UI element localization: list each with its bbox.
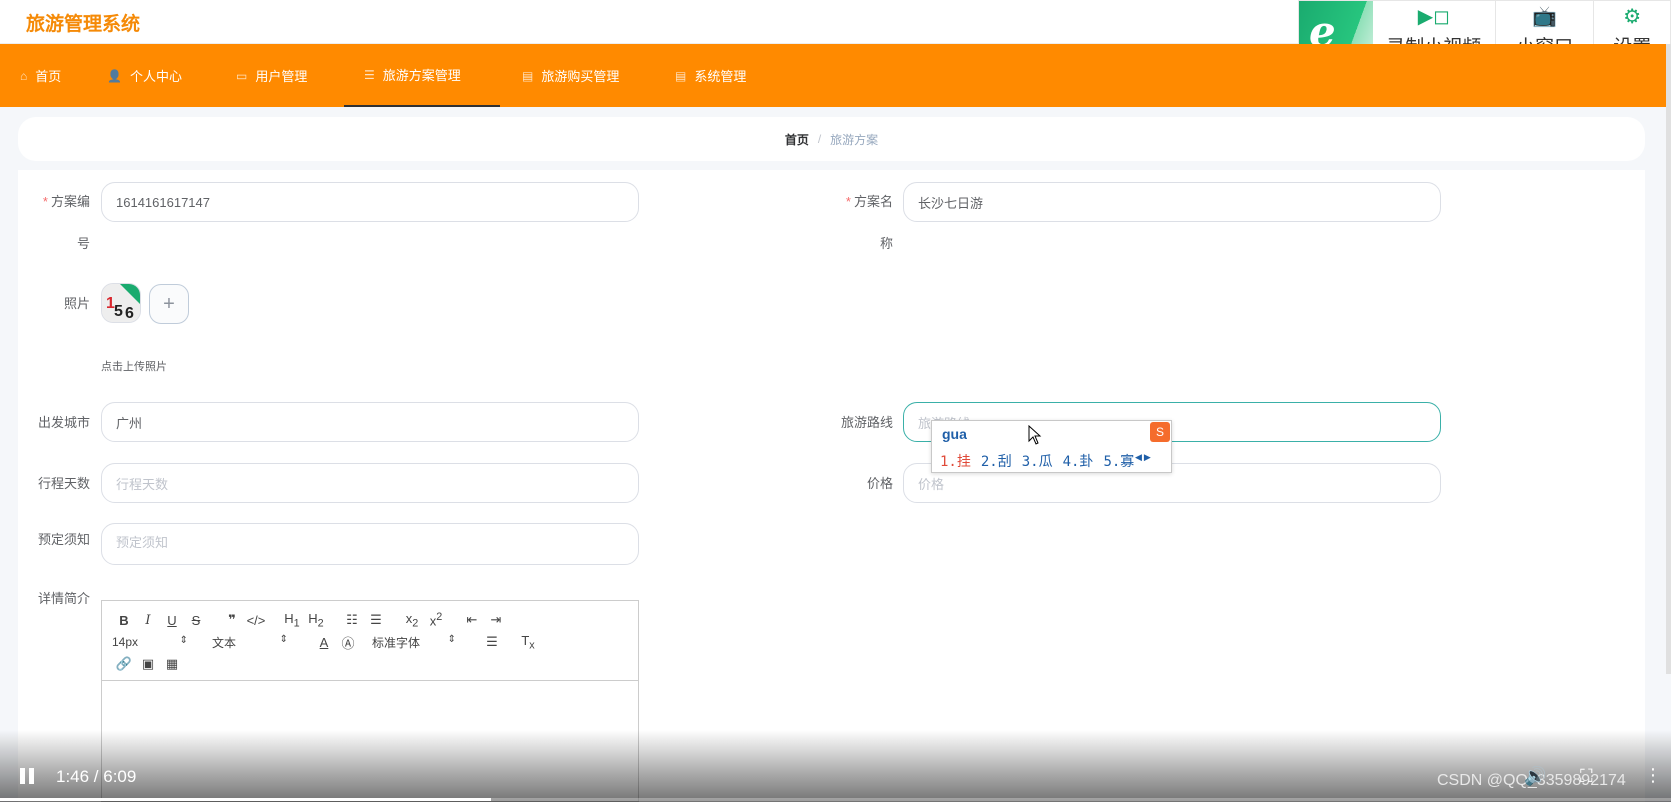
superscript-icon[interactable]: x2 [424,611,448,628]
doc-icon: ▤ [675,68,687,83]
ime-candidate[interactable]: 5.寡 [1103,451,1134,471]
nav-item-label: 旅游方案管理 [382,68,461,83]
ime-pinyin: gua [942,426,967,442]
ime-candidate-popup: gua S 1.挂 2.刮 3.瓜 4.卦 5.寡 ◀▶ [931,420,1172,473]
notice-label: 预定须知 [37,532,90,547]
notice-textarea[interactable]: 预定须知 [101,523,639,565]
ime-page-arrows-icon[interactable]: ◀▶ [1135,452,1153,463]
mouse-cursor-icon [1028,425,1042,445]
bold-icon[interactable]: B [112,613,136,628]
bullet-list-icon[interactable]: ☰ [364,612,388,628]
gear-icon: ⚙ [1623,5,1642,28]
tv-icon: 📺 [1532,5,1558,28]
ime-logo-icon: S [1150,422,1170,442]
breadcrumb: 首页 / 旅游方案 [18,117,1645,161]
app-title: 旅游管理系统 [26,14,141,35]
svg-text:6: 6 [125,305,134,322]
ime-candidate[interactable]: 2.刮 [981,451,1012,471]
detail-label: 详情简介 [37,591,90,606]
block-type-select[interactable]: 文本 [212,634,288,651]
route-label: 旅游路线 [840,415,893,430]
days-label: 行程天数 [37,476,90,491]
list-icon: ☰ [364,67,375,82]
video-controls [0,730,1671,802]
plus-icon: + [163,292,175,315]
pause-button[interactable] [20,768,36,786]
video-progress-bar[interactable] [0,798,1671,801]
doc-icon: ▤ [522,68,534,83]
breadcrumb-home[interactable]: 首页 [785,131,809,148]
plan-name-label-wrap: 称 [879,236,893,251]
fullscreen-icon[interactable]: ⛶ [1580,766,1593,787]
departure-field[interactable]: 广州 [101,402,639,442]
indent-icon[interactable]: ⇥ [484,612,508,628]
nav-item-profile[interactable]: 👤 个人中心 [100,44,227,107]
ordered-list-icon[interactable]: ☷ [340,612,364,628]
price-label: 价格 [866,476,893,491]
main-nav: ⌂ 首页 👤 个人中心 ▭ 用户管理 ☰ 旅游方案管理 ▤ 旅游购买管理 ▤ 系… [0,44,1666,107]
scrollbar[interactable] [1666,44,1671,674]
volume-icon[interactable]: 🔊 [1524,766,1546,787]
days-field[interactable]: 行程天数 [101,463,639,503]
breadcrumb-current: 旅游方案 [830,132,879,147]
video-progress-fill [0,798,492,801]
nav-item-users[interactable]: ▭ 用户管理 [227,44,344,107]
nav-item-label: 首页 [35,69,62,84]
font-size-select[interactable]: 14px [112,635,188,649]
svg-text:5: 5 [114,303,123,320]
breadcrumb-separator: / [817,132,822,146]
code-icon[interactable]: </> [244,613,268,628]
ime-candidate[interactable]: 1.挂 [940,451,971,471]
editor-toolbar: B I U S ❞ </> H1 H2 ☷ ☰ x2 x2 ⇤ ⇥ 14px 文… [102,601,638,681]
h1-icon[interactable]: H1 [280,611,304,630]
video-camera-icon: ▶◻ [1417,5,1450,28]
font-color-icon[interactable]: A [312,635,336,650]
quote-icon[interactable]: ❞ [220,612,244,628]
photo-label: 照片 [63,296,90,311]
chat-icon: ▭ [236,68,248,83]
nav-item-label: 旅游购买管理 [541,69,620,84]
nav-item-plans[interactable]: ☰ 旅游方案管理 [344,44,500,107]
subscript-icon[interactable]: x2 [400,611,424,630]
home-icon: ⌂ [20,68,28,83]
italic-icon[interactable]: I [136,613,160,628]
video-icon[interactable]: ▦ [160,656,184,672]
h2-icon[interactable]: H2 [304,611,328,630]
plan-name-field[interactable]: 长沙七日游 [903,182,1441,222]
video-time: 1:46 / 6:09 [56,767,137,786]
plan-name-label: * 方案名 [845,194,893,209]
plan-no-field[interactable]: 1614161617147 [101,182,639,222]
nav-item-label: 系统管理 [694,69,747,84]
photo-thumbnail[interactable]: 1 5 6 [101,283,141,323]
link-icon[interactable]: 🔗 [112,656,136,672]
upload-photo-button[interactable]: + [149,284,189,324]
outdent-icon[interactable]: ⇤ [460,612,484,628]
more-icon[interactable]: ⋮ [1644,765,1662,786]
upload-tip: 点击上传照片 [101,361,167,373]
user-icon: 👤 [107,68,122,83]
nav-item-home[interactable]: ⌂ 首页 [0,44,100,107]
align-icon[interactable]: ☰ [480,634,504,650]
font-family-select[interactable]: 标准字体 [372,634,456,651]
clear-format-icon[interactable]: Tx [516,633,540,652]
image-icon[interactable]: ▣ [136,656,160,672]
departure-label: 出发城市 [37,415,90,430]
nav-item-purchases[interactable]: ▤ 旅游购买管理 [500,44,655,107]
plan-no-label-wrap: 号 [76,236,90,251]
plan-no-label: * 方案编 [42,194,90,209]
nav-item-system[interactable]: ▤ 系统管理 [655,44,795,107]
nav-item-label: 个人中心 [129,69,182,84]
ime-candidate[interactable]: 3.瓜 [1022,451,1053,471]
ime-candidate[interactable]: 4.卦 [1063,451,1094,471]
strike-icon[interactable]: S [184,613,208,628]
underline-icon[interactable]: U [160,613,184,628]
nav-item-label: 用户管理 [255,69,308,84]
background-color-icon[interactable]: Ⓐ [336,633,360,652]
